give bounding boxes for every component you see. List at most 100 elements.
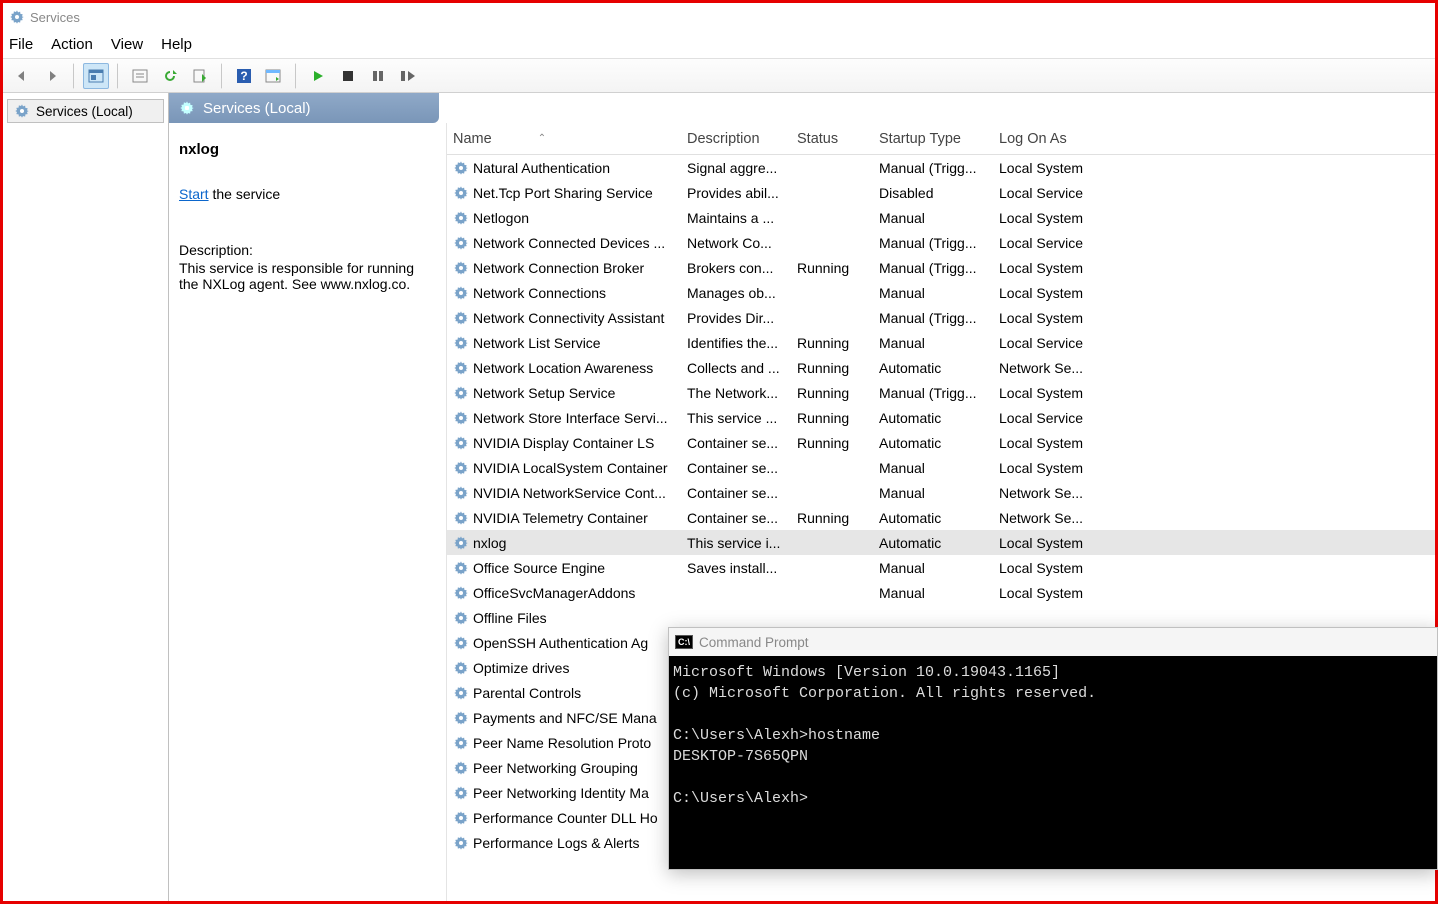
gear-icon: [453, 610, 469, 626]
service-row[interactable]: OfficeSvcManagerAddonsManualLocal System: [447, 580, 1435, 605]
service-row[interactable]: nxlogThis service i...AutomaticLocal Sys…: [447, 530, 1435, 555]
col-startup-type[interactable]: Startup Type: [873, 131, 993, 147]
command-prompt-window[interactable]: C:\ Command Prompt Microsoft Windows [Ve…: [668, 627, 1438, 870]
service-logon-as: Local System: [993, 310, 1113, 326]
tree-root-services-local[interactable]: Services (Local): [7, 99, 164, 123]
service-description: Collects and ...: [681, 360, 791, 376]
menu-help[interactable]: Help: [161, 36, 192, 53]
service-name: Network List Service: [473, 335, 601, 351]
restart-service-button[interactable]: [395, 63, 421, 89]
service-description: Container se...: [681, 435, 791, 451]
service-name: NVIDIA Telemetry Container: [473, 510, 648, 526]
description-pane: nxlog Start the service Description: Thi…: [169, 123, 447, 901]
service-row[interactable]: NVIDIA Telemetry ContainerContainer se..…: [447, 505, 1435, 530]
service-row[interactable]: Network Connection BrokerBrokers con...R…: [447, 255, 1435, 280]
gear-icon: [453, 635, 469, 651]
service-row[interactable]: Network List ServiceIdentifies the...Run…: [447, 330, 1435, 355]
properties-button[interactable]: [127, 63, 153, 89]
service-startup-type: Manual (Trigg...: [873, 310, 993, 326]
service-row[interactable]: Network Setup ServiceThe Network...Runni…: [447, 380, 1435, 405]
service-logon-as: Local System: [993, 285, 1113, 301]
service-row[interactable]: NetlogonMaintains a ...ManualLocal Syste…: [447, 205, 1435, 230]
service-status: Running: [791, 260, 873, 276]
gear-icon: [453, 760, 469, 776]
gear-icon: [453, 535, 469, 551]
service-name: OfficeSvcManagerAddons: [473, 585, 635, 601]
service-status: Running: [791, 360, 873, 376]
service-logon-as: Local System: [993, 535, 1113, 551]
service-name: Natural Authentication: [473, 160, 610, 176]
service-description: Saves install...: [681, 560, 791, 576]
service-startup-type: Automatic: [873, 360, 993, 376]
app-icon: [9, 9, 25, 25]
service-status: Running: [791, 435, 873, 451]
service-name: NVIDIA NetworkService Cont...: [473, 485, 666, 501]
service-row[interactable]: Network Location AwarenessCollects and .…: [447, 355, 1435, 380]
service-row[interactable]: NVIDIA LocalSystem ContainerContainer se…: [447, 455, 1435, 480]
service-name: Network Connections: [473, 285, 606, 301]
service-description: Maintains a ...: [681, 210, 791, 226]
back-button[interactable]: [9, 63, 35, 89]
service-startup-type: Manual: [873, 335, 993, 351]
description-body: This service is responsible for running …: [179, 260, 434, 292]
col-status[interactable]: Status: [791, 131, 873, 147]
service-description: This service ...: [681, 410, 791, 426]
service-startup-type: Manual: [873, 210, 993, 226]
service-logon-as: Local System: [993, 560, 1113, 576]
col-name[interactable]: Name⌃: [447, 131, 681, 147]
list-header-bar: Services (Local): [169, 93, 439, 123]
gear-icon: [453, 835, 469, 851]
window-title: Services: [30, 10, 80, 25]
refresh-button[interactable]: [157, 63, 183, 89]
service-row[interactable]: Network Connectivity AssistantProvides D…: [447, 305, 1435, 330]
list-header-title: Services (Local): [203, 100, 311, 117]
start-service-button[interactable]: [305, 63, 331, 89]
service-row[interactable]: Net.Tcp Port Sharing ServiceProvides abi…: [447, 180, 1435, 205]
service-row[interactable]: NVIDIA Display Container LSContainer se.…: [447, 430, 1435, 455]
service-row[interactable]: Network Connected Devices ...Network Co.…: [447, 230, 1435, 255]
help-button[interactable]: ?: [231, 63, 257, 89]
service-name: Parental Controls: [473, 685, 581, 701]
service-name: Peer Networking Grouping: [473, 760, 638, 776]
gear-icon: [453, 735, 469, 751]
gear-icon: [453, 285, 469, 301]
service-logon-as: Network Se...: [993, 485, 1113, 501]
selected-service-name: nxlog: [179, 141, 434, 158]
pause-service-button[interactable]: [365, 63, 391, 89]
service-logon-as: Local System: [993, 585, 1113, 601]
service-logon-as: Network Se...: [993, 360, 1113, 376]
service-logon-as: Local System: [993, 460, 1113, 476]
service-row[interactable]: Network Store Interface Servi...This ser…: [447, 405, 1435, 430]
window-titlebar: Services: [3, 3, 1435, 31]
start-service-link[interactable]: Start: [179, 186, 209, 202]
gear-icon: [179, 100, 195, 116]
command-prompt-body[interactable]: Microsoft Windows [Version 10.0.19043.11…: [669, 656, 1437, 869]
service-logon-as: Network Se...: [993, 510, 1113, 526]
col-log-on-as[interactable]: Log On As: [993, 131, 1113, 147]
service-row[interactable]: NVIDIA NetworkService Cont... Container s…: [447, 480, 1435, 505]
export-list-button[interactable]: [187, 63, 213, 89]
stop-service-button[interactable]: [335, 63, 361, 89]
menu-action[interactable]: Action: [51, 36, 93, 53]
service-row[interactable]: Natural AuthenticationSignal aggre...Man…: [447, 155, 1435, 180]
forward-button[interactable]: [39, 63, 65, 89]
service-description: This service i...: [681, 535, 791, 551]
service-name: Network Connected Devices ...: [473, 235, 665, 251]
command-prompt-titlebar[interactable]: C:\ Command Prompt: [669, 628, 1437, 656]
col-description[interactable]: Description: [681, 131, 791, 147]
service-status: Running: [791, 510, 873, 526]
gear-icon: [453, 435, 469, 451]
service-logon-as: Local Service: [993, 410, 1113, 426]
service-row[interactable]: Office Source EngineSaves install...Manu…: [447, 555, 1435, 580]
service-name: Netlogon: [473, 210, 529, 226]
service-row[interactable]: Network ConnectionsManages ob...ManualLo…: [447, 280, 1435, 305]
menu-file[interactable]: File: [9, 36, 33, 53]
menu-view[interactable]: View: [111, 36, 143, 53]
description-label: Description:: [179, 242, 434, 258]
service-name: Offline Files: [473, 610, 547, 626]
service-startup-type: Manual: [873, 285, 993, 301]
service-startup-type: Manual (Trigg...: [873, 160, 993, 176]
show-hide-pane-button[interactable]: [83, 63, 109, 89]
window-tile-button[interactable]: [261, 63, 287, 89]
service-description: Container se...: [681, 485, 791, 501]
